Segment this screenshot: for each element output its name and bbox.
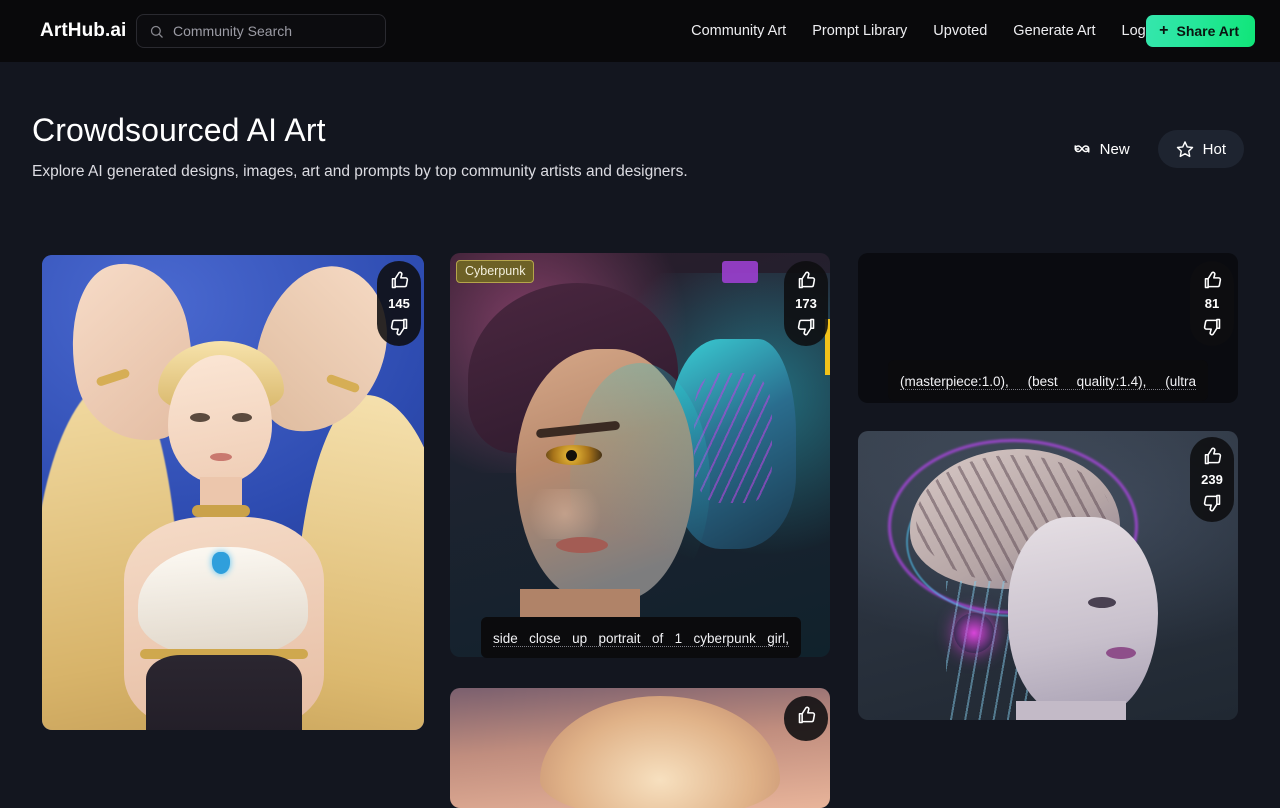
thumbs-up-icon[interactable] <box>1202 270 1223 291</box>
vote-widget[interactable]: 239 <box>1190 437 1234 522</box>
thumbs-down-icon[interactable] <box>796 316 817 337</box>
vote-count: 239 <box>1201 472 1223 487</box>
thumbs-down-icon[interactable] <box>1202 316 1223 337</box>
art-image-neon-cyborg-brain-woman <box>858 431 1238 720</box>
art-prompt-overlay[interactable]: (masterpiece:1.0), (best quality:1.4), (… <box>888 360 1208 401</box>
art-card[interactable] <box>450 688 830 808</box>
thumbs-up-icon[interactable] <box>796 270 817 291</box>
vote-widget[interactable] <box>784 696 828 741</box>
vote-count: 173 <box>795 296 817 311</box>
vote-widget[interactable]: 81 <box>1190 261 1234 346</box>
vote-widget[interactable]: 145 <box>377 261 421 346</box>
art-prompt-text: (masterpiece:1.0), (best quality:1.4), (… <box>900 374 1196 390</box>
art-card[interactable] <box>858 431 1238 720</box>
thumbs-up-icon[interactable] <box>1202 446 1223 467</box>
thumbs-down-icon[interactable] <box>1202 492 1223 513</box>
thumbs-down-icon[interactable] <box>389 316 410 337</box>
art-card[interactable] <box>450 253 830 657</box>
art-card[interactable] <box>42 255 424 730</box>
art-image-blonde-fantasy-warrior <box>42 255 424 730</box>
art-tag-badge[interactable]: Cyberpunk <box>456 260 535 283</box>
vote-widget[interactable]: 173 <box>784 261 828 346</box>
thumbs-up-icon[interactable] <box>796 705 817 726</box>
art-grid: 145 Cyberpunk 173 side close up portrait… <box>0 0 1280 808</box>
vote-count: 81 <box>1204 296 1220 311</box>
art-prompt-overlay[interactable]: side close up portrait of 1 cyberpunk gi… <box>481 617 801 658</box>
art-prompt-text: side close up portrait of 1 cyberpunk gi… <box>493 631 789 647</box>
thumbs-up-icon[interactable] <box>389 270 410 291</box>
vote-count: 145 <box>388 296 410 311</box>
art-image-warm-peach-portrait <box>450 688 830 808</box>
art-image-cyberpunk-girl-portrait <box>450 253 830 657</box>
